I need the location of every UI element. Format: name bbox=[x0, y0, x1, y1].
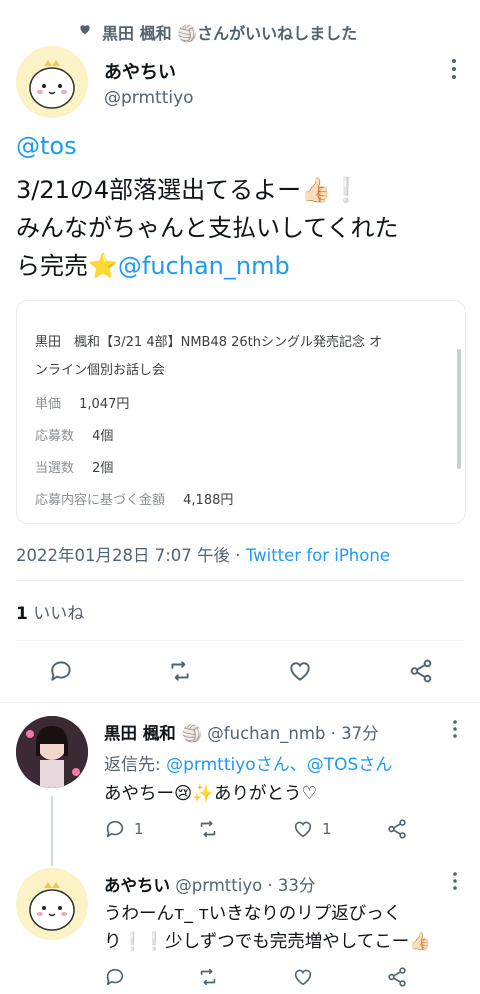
card-row-winners: 当選数 2個 bbox=[35, 457, 113, 476]
card-row-unit-price: 単価 1,047円 bbox=[35, 393, 129, 412]
card-value-amount: 4,188円 bbox=[183, 493, 234, 508]
card-value-applications: 4個 bbox=[92, 429, 114, 444]
retweet-icon[interactable] bbox=[166, 658, 194, 684]
reply-icon[interactable] bbox=[48, 658, 74, 684]
card-label-amount: 応募内容に基づく金額 bbox=[35, 493, 166, 508]
reply1-text: あやちー😢✨ありがとう♡ bbox=[104, 784, 318, 804]
like-icon[interactable] bbox=[287, 658, 313, 684]
card-row-applications: 応募数 4個 bbox=[35, 425, 113, 444]
reply2-more-icon[interactable] bbox=[452, 872, 458, 890]
author-name[interactable]: あやちい bbox=[104, 58, 176, 84]
reply1-like-count: 1 bbox=[322, 820, 332, 838]
likes-label: いいね bbox=[33, 604, 85, 624]
likes-summary[interactable]: 1 いいね bbox=[16, 599, 84, 624]
reply2-text-line1: うわーんт_ тいきなりのリプ返びっく bbox=[104, 904, 402, 924]
reply1-handle-time[interactable]: @fuchan_nmb · 37分 bbox=[207, 724, 378, 743]
reply1-name[interactable]: 黒田 楓和 🏐 bbox=[104, 724, 202, 743]
replying-prefix: 返信先: bbox=[104, 755, 167, 775]
attached-image[interactable]: 黒田 楓和【3/21 4部】NMB48 26thシングル発売記念 オ ンライン個… bbox=[16, 300, 466, 524]
tweet-meta: 2022年01月28日 7:07 午後 · Twitter for iPhone bbox=[16, 542, 390, 566]
tweet-text-line3: ら完売⭐@fuchan_nmb bbox=[16, 246, 290, 281]
tweet-client[interactable]: Twitter for iPhone bbox=[246, 546, 390, 565]
more-icon[interactable] bbox=[450, 58, 458, 80]
mention-fuchan[interactable]: @fuchan_nmb bbox=[118, 252, 290, 280]
card-label-unit-price: 単価 bbox=[35, 397, 62, 412]
mention-tos[interactable]: @tos bbox=[16, 132, 77, 160]
reply1-share-icon[interactable] bbox=[386, 818, 408, 840]
divider bbox=[16, 640, 464, 641]
avatar[interactable] bbox=[16, 46, 88, 118]
card-label-winners: 当選数 bbox=[35, 461, 75, 476]
meta-separator: · bbox=[230, 546, 246, 565]
likes-count: 1 bbox=[16, 604, 28, 624]
author-handle[interactable]: @prmttiyo bbox=[104, 88, 194, 108]
share-icon[interactable] bbox=[408, 658, 434, 684]
thread-line bbox=[51, 796, 53, 866]
tweet-text-line1: 3/21の4部落選出てるよー👍🏻❕ bbox=[16, 176, 361, 204]
reply1-reply-icon[interactable] bbox=[104, 818, 126, 840]
reply2-text-line2: り❕❕少しずつでも完売増やしてこー👍🏻 bbox=[104, 932, 431, 952]
card-row-amount: 応募内容に基づく金額 4,188円 bbox=[35, 489, 233, 508]
reply2-reply-icon[interactable] bbox=[104, 966, 126, 988]
replying-targets[interactable]: @prmttiyoさん、@TOSさん bbox=[166, 755, 392, 775]
social-context-text[interactable]: 黒田 楓和 🏐さんがいいねしました bbox=[102, 20, 357, 44]
liked-heart-icon bbox=[78, 22, 92, 36]
card-scrollbar bbox=[457, 349, 461, 469]
tweet-text-line2: みんながちゃんと支払いしてくれた bbox=[16, 214, 399, 242]
card-title-line2: ンライン個別お話し会 bbox=[35, 363, 166, 378]
tweet-timestamp[interactable]: 2022年01月28日 7:07 午後 bbox=[16, 546, 230, 565]
divider bbox=[16, 580, 464, 581]
card-value-winners: 2個 bbox=[92, 461, 114, 476]
reply1-header: 黒田 楓和 🏐 @fuchan_nmb · 37分 bbox=[104, 720, 379, 744]
reply2-like-icon[interactable] bbox=[292, 966, 314, 988]
reply1-like-icon[interactable] bbox=[292, 818, 314, 840]
divider bbox=[0, 702, 480, 703]
card-label-applications: 応募数 bbox=[35, 429, 75, 444]
card-title-line1: 黒田 楓和【3/21 4部】NMB48 26thシングル発売記念 オ bbox=[35, 335, 383, 350]
reply1-replying-to: 返信先: @prmttiyoさん、@TOSさん bbox=[104, 750, 392, 775]
tweet-text-line3-prefix: ら完売⭐ bbox=[16, 252, 118, 280]
reply2-header: あやちい @prmttiyo · 33分 bbox=[104, 872, 315, 896]
reply1-retweet-icon[interactable] bbox=[196, 818, 220, 840]
reply2-avatar[interactable] bbox=[16, 868, 88, 940]
reply1-avatar[interactable] bbox=[16, 716, 88, 788]
reply1-more-icon[interactable] bbox=[452, 720, 458, 738]
reply2-retweet-icon[interactable] bbox=[196, 966, 220, 988]
reply2-name[interactable]: あやちい bbox=[104, 876, 170, 895]
reply1-reply-count: 1 bbox=[134, 820, 144, 838]
reply2-share-icon[interactable] bbox=[386, 966, 408, 988]
card-value-unit-price: 1,047円 bbox=[79, 397, 130, 412]
reply2-handle-time[interactable]: @prmttiyo · 33分 bbox=[175, 876, 315, 895]
